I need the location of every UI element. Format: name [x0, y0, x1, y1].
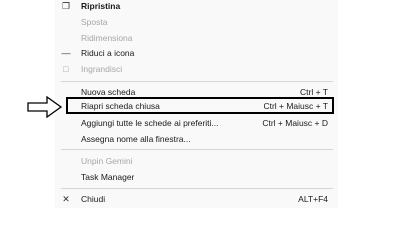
menu-item-name-window[interactable]: Assegna nome alla finestra... — [55, 131, 338, 147]
menu-item-restore[interactable]: ❐ Ripristina — [55, 0, 338, 14]
highlight-box — [66, 97, 334, 114]
menu-item-label: Chiudi — [81, 194, 106, 204]
menu-item-label: Task Manager — [81, 172, 135, 182]
menu-item-minimize[interactable]: — Riduci a icona — [55, 45, 338, 61]
restore-icon: ❐ — [61, 1, 71, 11]
menu-item-bookmark-all-tabs[interactable]: Aggiungi tutte le schede ai preferiti...… — [55, 115, 338, 131]
menu-item-unpin-gemini: Unpin Gemini — [55, 153, 338, 169]
menu-item-label: Unpin Gemini — [81, 156, 133, 166]
menu-item-maximize: □ Ingrandisci — [55, 61, 338, 77]
menu-separator — [61, 188, 333, 189]
right-arrow-icon — [27, 96, 63, 118]
menu-item-label: Aggiungi tutte le schede ai preferiti... — [81, 118, 219, 128]
close-icon: ✕ — [62, 194, 70, 204]
menu-item-shortcut: Ctrl + Maiusc + D — [262, 118, 328, 128]
menu-item-label: Ridimensiona — [81, 33, 133, 43]
minimize-icon: — — [61, 48, 71, 58]
menu-item-label: Ripristina — [81, 1, 121, 11]
menu-item-move: Sposta — [55, 14, 338, 30]
menu-item-label: Ingrandisci — [81, 64, 123, 74]
menu-item-close[interactable]: ✕ Chiudi ALT+F4 — [55, 191, 338, 207]
menu-item-label: Sposta — [81, 17, 108, 27]
menu-item-task-manager[interactable]: Task Manager — [55, 169, 338, 185]
menu-item-resize: Ridimensiona — [55, 30, 338, 46]
menu-separator — [61, 81, 333, 82]
menu-item-shortcut: ALT+F4 — [298, 194, 328, 204]
menu-item-label: Riduci a icona — [81, 48, 135, 58]
menu-separator — [61, 149, 333, 150]
maximize-icon: □ — [63, 64, 69, 74]
menu-item-label: Assegna nome alla finestra... — [81, 134, 191, 144]
